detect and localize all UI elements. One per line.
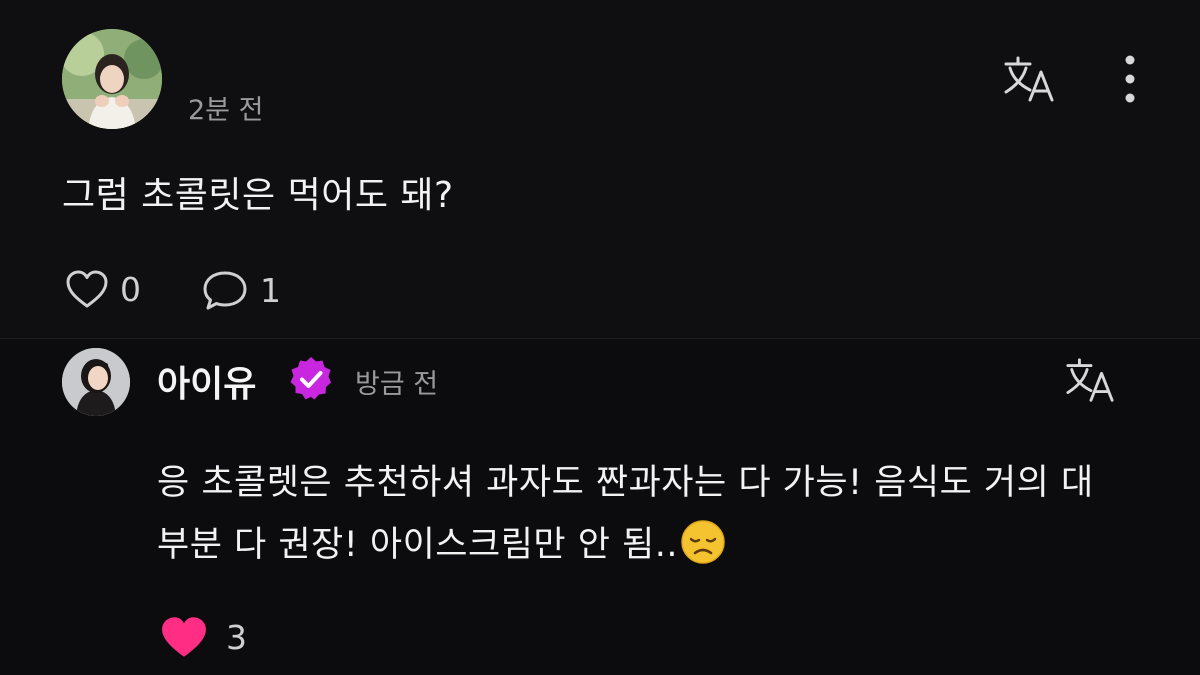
post-card: 2분 전 그럼 초콜릿은 먹어도 돼? 0 1 bbox=[0, 0, 1200, 338]
like-button[interactable]: 0 bbox=[64, 268, 141, 310]
reply-text-content: 응 초콜렛은 추천하셔 과자도 짠과자는 다 가능! 음식도 거의 대부분 다 … bbox=[157, 463, 1094, 565]
like-count: 0 bbox=[120, 269, 141, 309]
verified-badge-icon bbox=[287, 355, 335, 403]
comment-count: 1 bbox=[260, 270, 281, 310]
reply-avatar[interactable] bbox=[62, 348, 130, 416]
heart-icon bbox=[66, 270, 108, 308]
post-timestamp: 2분 전 bbox=[188, 95, 264, 126]
avatar-image bbox=[62, 29, 162, 129]
divider bbox=[0, 338, 1200, 339]
translate-icon[interactable] bbox=[1000, 54, 1058, 106]
comment-bubble-icon bbox=[203, 271, 247, 310]
comment-button[interactable]: 1 bbox=[200, 268, 281, 312]
heart-icon bbox=[162, 617, 206, 657]
avatar-image bbox=[62, 348, 130, 416]
reply-author-name[interactable]: 아이유 bbox=[157, 355, 256, 407]
more-vertical-icon[interactable] bbox=[1112, 52, 1148, 106]
reply-like-count: 3 bbox=[226, 617, 247, 657]
reply-like-button[interactable]: 3 bbox=[158, 614, 247, 660]
avatar[interactable] bbox=[62, 29, 162, 129]
comment-thread: 2분 전 그럼 초콜릿은 먹어도 돼? 0 1 아이유 방금 전 응 초콜렛은 … bbox=[0, 0, 1200, 675]
disappointed-face-emoji bbox=[680, 519, 726, 565]
reply-text: 응 초콜렛은 추천하셔 과자도 짠과자는 다 가능! 음식도 거의 대부분 다 … bbox=[157, 452, 1117, 576]
translate-icon[interactable] bbox=[1062, 356, 1118, 406]
post-text: 그럼 초콜릿은 먹어도 돼? bbox=[62, 175, 454, 216]
reply-timestamp: 방금 전 bbox=[355, 369, 439, 400]
